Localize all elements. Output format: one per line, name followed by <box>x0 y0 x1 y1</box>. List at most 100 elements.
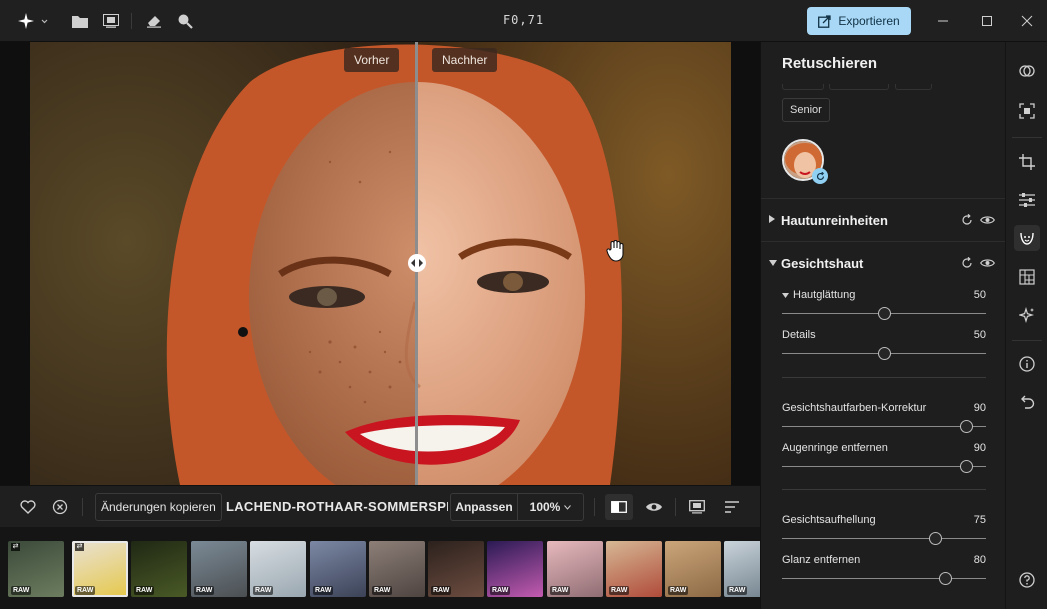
crop-button[interactable] <box>1014 149 1040 175</box>
slider-handle[interactable] <box>878 307 891 320</box>
slider-handle[interactable] <box>959 460 973 473</box>
import-button[interactable] <box>101 11 121 31</box>
slider-label: Gesichtshautfarben-Korrektur <box>782 402 927 414</box>
filmstrip-thumbnail[interactable]: RAW <box>310 541 366 597</box>
filmstrip-thumbnail[interactable]: RAW <box>487 541 543 597</box>
age-chip-hidden[interactable] <box>782 84 824 90</box>
undo-icon <box>1021 395 1035 409</box>
close-window-button[interactable] <box>1012 11 1042 31</box>
retouch-button[interactable] <box>1014 225 1040 251</box>
reject-button[interactable] <box>50 497 70 517</box>
slider-handle[interactable] <box>959 420 973 433</box>
slider-handle[interactable] <box>878 347 891 360</box>
zoom-button[interactable] <box>175 11 195 31</box>
slider-value[interactable]: 90 <box>974 402 986 414</box>
photo-viewer[interactable]: Vorher Nachher <box>0 42 760 485</box>
slider-label: Gesichtsaufhellung <box>782 514 876 526</box>
open-folder-button[interactable] <box>70 11 90 31</box>
filmstrip-thumbnail[interactable]: RAW <box>606 541 662 597</box>
section-gesichtshaut[interactable]: Gesichtshaut <box>769 251 997 275</box>
export-label: Exportieren <box>838 14 900 28</box>
copy-changes-button[interactable]: Änderungen kopieren <box>95 493 222 521</box>
filmstrip-thumbnail[interactable]: RAW <box>250 541 306 597</box>
slider-track[interactable] <box>782 426 986 427</box>
adjust-button[interactable] <box>1014 187 1040 213</box>
slider-track[interactable] <box>782 538 986 539</box>
filmstrip-thumbnail[interactable]: RAW ⇄ <box>72 541 128 597</box>
favorite-button[interactable] <box>18 497 38 517</box>
group-divider <box>782 489 986 490</box>
minimize-icon <box>938 20 948 22</box>
filmstrip-thumbnail[interactable]: RAW ⇄ <box>8 541 64 597</box>
age-chip-hidden[interactable] <box>895 84 932 90</box>
slider-handle[interactable] <box>929 532 942 545</box>
filmstrip-thumbnail[interactable]: RAW <box>131 541 187 597</box>
slider-label-text: Hautglättung <box>793 289 856 301</box>
visibility-toggle[interactable] <box>977 258 997 268</box>
split-view-icon <box>611 501 627 513</box>
age-chip-hidden[interactable] <box>829 84 889 90</box>
app-menu-button[interactable] <box>16 11 50 31</box>
presets-button[interactable] <box>1014 58 1040 84</box>
slider-gesichtsaufhellung: Gesichtsaufhellung 75 <box>782 514 986 554</box>
slider-value[interactable]: 75 <box>974 514 986 526</box>
before-label: Vorher <box>344 48 400 72</box>
slider-details: Details 50 <box>782 329 986 369</box>
sort-button[interactable] <box>722 497 742 517</box>
image-info-button[interactable] <box>687 497 707 517</box>
help-button[interactable] <box>1014 567 1040 593</box>
section-hautunreinheiten[interactable]: Hautunreinheiten <box>769 208 997 232</box>
zoom-value: 100% <box>529 500 561 514</box>
face-reset-badge[interactable] <box>812 168 828 184</box>
visibility-toggle[interactable] <box>977 215 997 225</box>
slider-label: Hautglättung <box>782 289 855 301</box>
slider-handle[interactable] <box>939 572 953 585</box>
maximize-button[interactable] <box>972 11 1002 31</box>
raw-badge: RAW <box>11 586 32 595</box>
close-icon <box>1021 15 1033 27</box>
panel-title: Retuschieren <box>782 55 878 72</box>
preview-button[interactable] <box>644 497 664 517</box>
slider-value[interactable]: 80 <box>974 554 986 566</box>
slider-track[interactable] <box>782 578 986 579</box>
history-button[interactable] <box>1014 389 1040 415</box>
age-chip-senior[interactable]: Senior <box>782 98 830 122</box>
after-label: Nachher <box>432 48 498 72</box>
group-divider <box>782 377 986 378</box>
eraser-button[interactable] <box>144 11 164 31</box>
filmstrip-thumbnail[interactable]: RAW <box>369 541 425 597</box>
filmstrip-thumbnail[interactable]: RAW <box>724 541 760 597</box>
raw-badge: RAW <box>668 586 689 595</box>
eye-icon <box>646 503 662 511</box>
slider-label: Details <box>782 329 816 341</box>
filmstrip-thumbnail[interactable]: RAW <box>191 541 247 597</box>
raw-badge: RAW <box>490 586 511 595</box>
fit-button[interactable]: Anpassen <box>451 494 518 520</box>
compare-divider-handle[interactable] <box>408 254 426 272</box>
chevron-right-icon <box>769 215 781 225</box>
slider-value[interactable]: 50 <box>974 329 986 341</box>
slider-value[interactable]: 90 <box>974 442 986 454</box>
select-subject-button[interactable] <box>1014 98 1040 124</box>
slider-gesichtshautfarben-korrektur: Gesichtshautfarben-Korrektur 90 <box>782 402 986 442</box>
minimize-button[interactable] <box>928 11 958 31</box>
help-icon <box>1019 572 1035 588</box>
file-name: LACHEND-ROTHAAR-SOMMERSPROS... <box>226 499 448 514</box>
info-button[interactable] <box>1014 351 1040 377</box>
filmstrip-thumbnail[interactable]: RAW <box>665 541 721 597</box>
crop-icon <box>1019 154 1035 170</box>
export-button[interactable]: Exportieren <box>807 7 911 35</box>
filmstrip-thumbnail[interactable]: RAW <box>428 541 484 597</box>
slider-track[interactable] <box>782 466 986 467</box>
filmstrip-thumbnail[interactable]: RAW <box>547 541 603 597</box>
raw-badge: RAW <box>194 586 215 595</box>
reset-button[interactable] <box>957 214 977 226</box>
compare-split-button[interactable] <box>605 494 633 520</box>
reset-button[interactable] <box>957 257 977 269</box>
local-adjust-button[interactable] <box>1014 264 1040 290</box>
toolbar-divider <box>594 498 595 516</box>
rotate-icon <box>816 171 824 180</box>
ai-effects-button[interactable] <box>1014 302 1040 328</box>
zoom-dropdown[interactable]: 100% <box>518 494 583 520</box>
slider-value[interactable]: 50 <box>974 289 986 301</box>
